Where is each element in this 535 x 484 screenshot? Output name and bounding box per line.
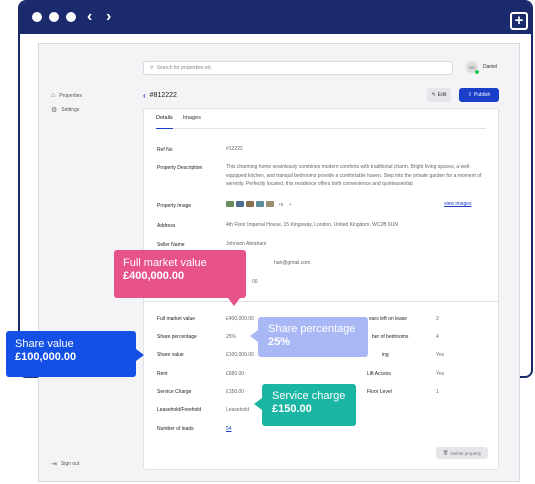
- add-image-button[interactable]: +: [289, 202, 292, 207]
- back-icon[interactable]: ‹: [143, 91, 146, 100]
- share-percentage-value: 25%: [226, 334, 237, 340]
- sign-out-icon: ⇥: [51, 461, 57, 468]
- window-dot[interactable]: [49, 12, 59, 22]
- parking-label: ing: [382, 352, 389, 358]
- leads-link[interactable]: 54: [226, 426, 232, 432]
- sidebar-item-label: Properties: [59, 92, 83, 99]
- user-menu[interactable]: DS Daniel: [466, 61, 498, 74]
- sign-out-button[interactable]: ⇥ Sign out: [51, 460, 79, 468]
- floor-level-value: 1: [436, 389, 439, 395]
- callout-value: 25%: [268, 336, 291, 348]
- seller-value: Johnson Abraham: [226, 241, 267, 247]
- service-charge-label: Service Charge: [157, 389, 192, 395]
- upload-icon: ⇪: [467, 92, 472, 98]
- bedrooms-label: ber of bedrooms: [372, 334, 409, 340]
- home-icon: ⌂: [51, 92, 56, 99]
- parking-value: Yes: [436, 352, 445, 358]
- window-dot[interactable]: [66, 12, 76, 22]
- chevron-right-icon[interactable]: ›: [106, 7, 111, 27]
- gear-icon: ⚙: [51, 107, 58, 114]
- seller-label: Seller Name: [157, 242, 185, 248]
- thumbnail[interactable]: [246, 201, 254, 207]
- sign-out-label: Sign out: [60, 461, 80, 467]
- email-value: han@gmail.com: [274, 260, 311, 266]
- edit-button[interactable]: ✎ Edit: [427, 88, 451, 102]
- callout-share-value: Share value £100,000.00: [6, 331, 144, 377]
- image-thumbnails[interactable]: +9 +: [226, 201, 292, 207]
- trash-icon: 🗑: [442, 450, 449, 455]
- pencil-icon: ✎: [431, 92, 436, 98]
- share-value-value: £100,000.00: [226, 352, 254, 358]
- price-partial: 00: [252, 279, 258, 285]
- sidebar-item-properties[interactable]: ⌂ Properties: [51, 92, 82, 99]
- avatar: DS: [466, 61, 479, 74]
- tab-bar: Details Images: [156, 109, 486, 129]
- callout-title: Share value: [15, 338, 74, 350]
- more-images-count: +9: [278, 201, 284, 207]
- browser-titlebar: ‹ › +: [20, 2, 531, 34]
- page-header: ‹ #812222 ✎ Edit ⇪ Publish: [143, 88, 499, 102]
- callout-value: £150.00: [272, 403, 312, 415]
- callout-service-charge: Service charge £150.00: [254, 384, 356, 426]
- address-label: Address: [157, 223, 176, 229]
- callout-title: Service charge: [272, 390, 346, 402]
- sidebar-item-label: Settings: [61, 107, 80, 113]
- publish-button[interactable]: ⇪ Publish: [459, 88, 499, 102]
- section-divider: [144, 301, 498, 302]
- publish-label: Publish: [473, 92, 491, 98]
- thumbnail[interactable]: [226, 201, 234, 207]
- delete-label: Delete property: [450, 450, 482, 456]
- ref-label: Ref No: [157, 147, 173, 153]
- callout-title: Share percentage: [268, 323, 356, 335]
- edit-label: Edit: [437, 92, 447, 98]
- floor-level-label: Floor Level: [367, 389, 392, 395]
- search-placeholder: Search for properties etc: [156, 65, 212, 71]
- tab-details[interactable]: Details: [156, 109, 173, 129]
- thumbnail[interactable]: [266, 201, 274, 207]
- search-input[interactable]: ⚲ Search for properties etc: [143, 61, 453, 75]
- window-dot[interactable]: [32, 12, 42, 22]
- lease-years-label: ears left on lease: [369, 316, 408, 322]
- thumbnail[interactable]: [236, 201, 244, 207]
- lift-access-label: Lift Access: [367, 371, 391, 377]
- callout-share-percentage: Share percentage 25%: [250, 317, 368, 357]
- sidebar-item-settings[interactable]: ⚙ Settings: [51, 106, 79, 114]
- service-charge-value: £150.00: [226, 389, 245, 395]
- desc-value: This charming home seamlessly combines m…: [226, 164, 482, 187]
- user-name: Daniel: [483, 64, 498, 70]
- delete-property-button[interactable]: 🗑 Delete property: [436, 447, 488, 459]
- tab-images[interactable]: Images: [183, 109, 201, 129]
- plus-icon[interactable]: +: [510, 12, 528, 30]
- leasehold-label: Leasehold/Freehold: [157, 407, 202, 413]
- leasehold-value: Leasehold: [226, 407, 250, 413]
- share-percentage-label: Share percentage: [157, 334, 197, 340]
- image-label: Property Image: [157, 203, 192, 209]
- full-market-label: Full market value: [157, 316, 196, 322]
- rent-label: Rent: [157, 371, 168, 377]
- leads-label: Number of leads: [157, 426, 194, 432]
- search-icon: ⚲: [150, 65, 154, 71]
- lease-years-value: 2: [436, 316, 439, 322]
- sidebar: ⌂ Properties ⚙ Settings ⇥ Sign out: [39, 44, 119, 481]
- full-market-value: £400,000.00: [226, 316, 254, 322]
- chevron-left-icon[interactable]: ‹: [87, 7, 92, 27]
- desc-label: Property Description: [157, 165, 203, 171]
- thumbnail[interactable]: [256, 201, 264, 207]
- view-images-link[interactable]: view images: [444, 201, 472, 207]
- callout-full-market-value: Full market value £400,000.00: [114, 250, 246, 306]
- page-title: #812222: [149, 91, 177, 99]
- ref-value: #12222: [226, 146, 243, 152]
- rent-value: £680.00: [226, 371, 245, 377]
- callout-value: £400,000.00: [123, 270, 185, 282]
- lift-access-value: Yes: [436, 371, 445, 377]
- share-value-label: Share value: [157, 352, 184, 358]
- bedrooms-value: 4: [436, 334, 439, 340]
- callout-title: Full market value: [123, 257, 207, 269]
- address-value: 4th Floor Imperial House, 15 Kingsway, L…: [226, 222, 398, 228]
- callout-value: £100,000.00: [15, 351, 77, 363]
